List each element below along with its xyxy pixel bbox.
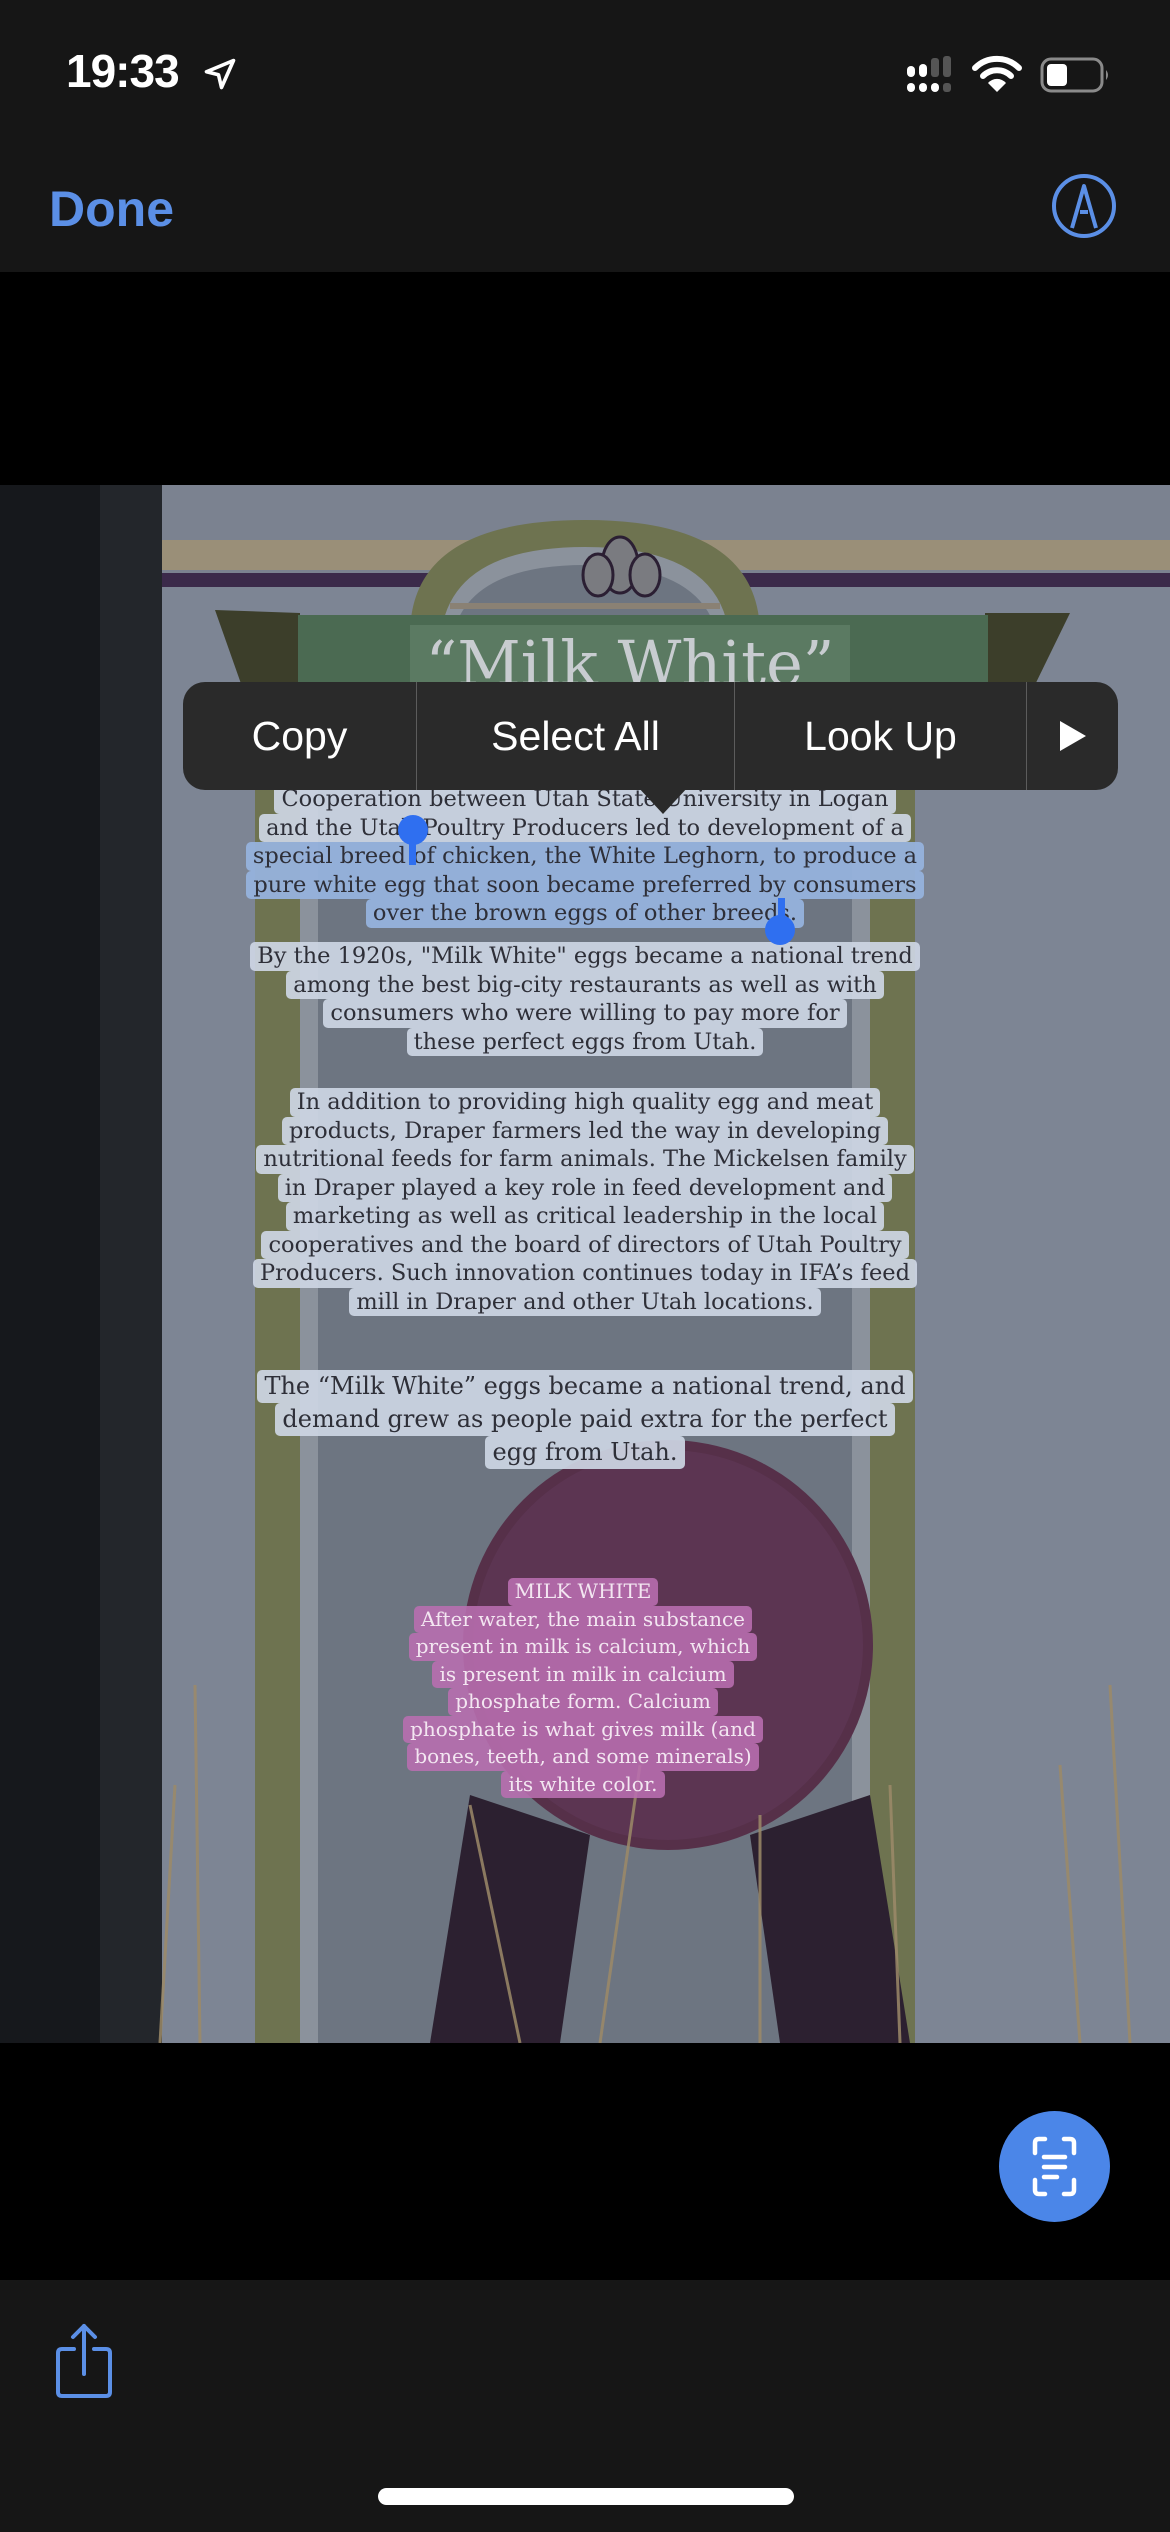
home-indicator[interactable] xyxy=(378,2488,794,2505)
look-up-button[interactable]: Look Up xyxy=(735,682,1027,790)
selected-text-line[interactable]: pure white egg that soon became preferre… xyxy=(246,870,924,899)
wifi-icon xyxy=(972,55,1022,92)
text-line[interactable]: marketing as well as critical leadership… xyxy=(285,1202,885,1231)
text-line[interactable]: phosphate form. Calcium xyxy=(448,1688,718,1716)
selection-end-handle[interactable] xyxy=(765,915,795,945)
share-icon[interactable] xyxy=(54,2322,114,2400)
battery-icon xyxy=(1040,57,1108,93)
text-line[interactable]: these perfect eggs from Utah. xyxy=(406,1027,764,1056)
text-line[interactable]: products, Draper farmers led the way in … xyxy=(282,1116,888,1145)
badge-text[interactable]: MILK WHITE After water, the main substan… xyxy=(0,1578,1168,1798)
live-text-button[interactable] xyxy=(999,2111,1110,2222)
markup-pen-icon[interactable] xyxy=(1050,172,1118,240)
text-line[interactable]: consumers who were willing to pay more f… xyxy=(323,999,847,1028)
look-up-label: Look Up xyxy=(804,712,957,759)
selected-text-line[interactable]: special breed of chicken, the White Legh… xyxy=(245,842,925,871)
text-line[interactable]: in Draper played a key role in feed deve… xyxy=(277,1173,893,1202)
text-line[interactable]: In addition to providing high quality eg… xyxy=(289,1088,881,1117)
cellular-signal-icon xyxy=(907,56,951,92)
done-button[interactable]: Done xyxy=(49,180,174,238)
copy-label: Copy xyxy=(251,712,348,759)
text-line[interactable]: By the 1920s, "Milk White" eggs became a… xyxy=(250,942,920,971)
copy-button[interactable]: Copy xyxy=(183,682,417,790)
text-line[interactable]: cooperatives and the board of directors … xyxy=(261,1230,909,1259)
sign-paragraph-1[interactable]: Cooperation between Utah State Universit… xyxy=(0,785,1170,928)
text-line[interactable]: present in milk is calcium, which xyxy=(408,1633,758,1661)
text-line[interactable]: bones, teeth, and some minerals) xyxy=(407,1743,759,1771)
text-line[interactable]: After water, the main substance xyxy=(413,1605,752,1633)
status-time: 19:33 xyxy=(66,45,180,97)
text-context-menu: Copy Select All Look Up xyxy=(183,682,1118,790)
text-line[interactable]: is present in milk in calcium xyxy=(432,1660,734,1688)
sign-paragraph-4[interactable]: The “Milk White” eggs became a national … xyxy=(0,1370,1170,1469)
select-all-button[interactable]: Select All xyxy=(417,682,735,790)
text-line[interactable]: demand grew as people paid extra for the… xyxy=(275,1403,895,1436)
text-line[interactable]: and the Utah Poultry Producers led to de… xyxy=(259,813,911,842)
more-arrow-icon xyxy=(1059,721,1086,751)
text-line[interactable]: Producers. Such innovation continues tod… xyxy=(253,1259,917,1288)
location-arrow-icon xyxy=(204,58,236,90)
text-line[interactable]: mill in Draper and other Utah locations. xyxy=(349,1287,821,1316)
select-all-label: Select All xyxy=(491,712,660,759)
text-line[interactable]: among the best big-city restaurants as w… xyxy=(286,970,884,999)
text-line[interactable]: nutritional feeds for farm animals. The … xyxy=(256,1145,914,1174)
text-line[interactable]: phosphate is what gives milk (and xyxy=(403,1715,763,1743)
text-line[interactable]: The “Milk White” eggs became a national … xyxy=(257,1370,913,1403)
text-line[interactable]: its white color. xyxy=(501,1770,665,1798)
sign-paragraph-3[interactable]: In addition to providing high quality eg… xyxy=(0,1088,1170,1316)
badge-title[interactable]: MILK WHITE xyxy=(507,1578,659,1606)
status-bar: 19:33 xyxy=(0,0,1170,130)
text-line[interactable]: egg from Utah. xyxy=(485,1436,685,1469)
live-text-scan-icon xyxy=(1032,2136,1077,2197)
more-options-button[interactable] xyxy=(1027,682,1118,790)
navigation-bar: Done xyxy=(0,130,1170,272)
context-menu-pointer xyxy=(637,786,689,814)
selected-text-line[interactable]: over the brown eggs of other breeds. xyxy=(365,899,805,928)
sign-paragraph-2[interactable]: By the 1920s, "Milk White" eggs became a… xyxy=(0,942,1170,1056)
selection-start-bar[interactable] xyxy=(409,835,416,865)
